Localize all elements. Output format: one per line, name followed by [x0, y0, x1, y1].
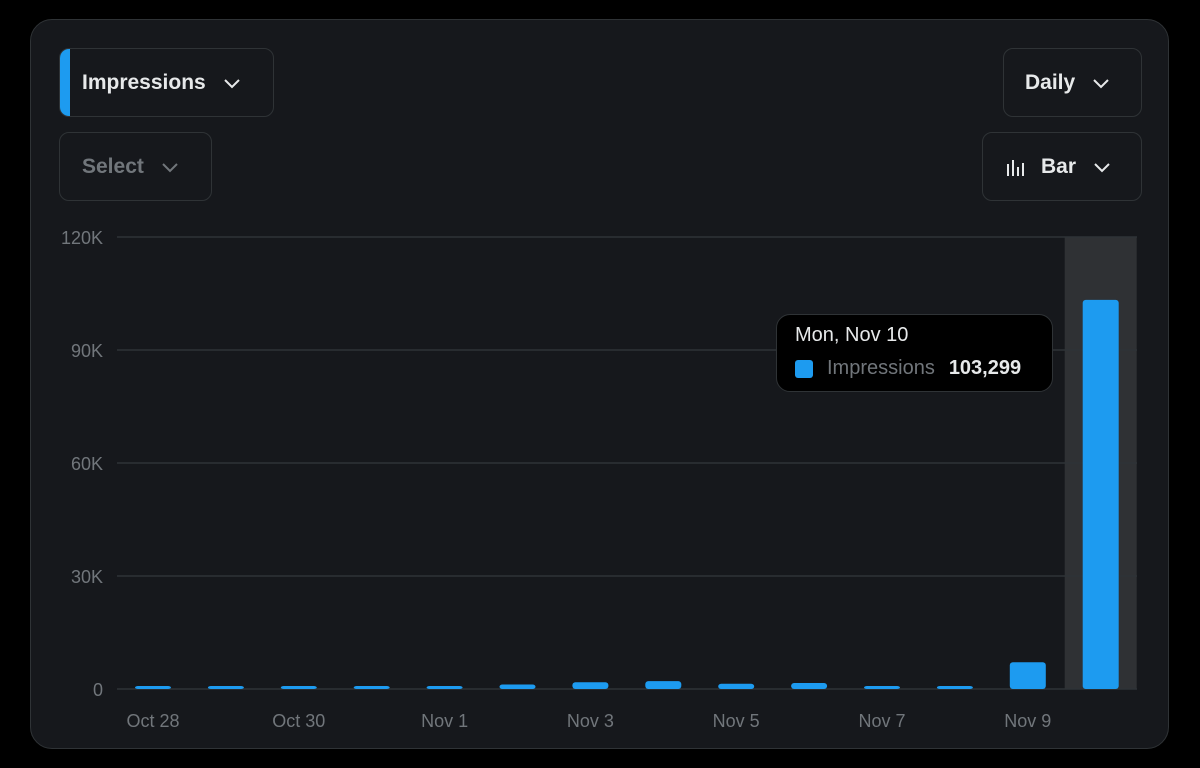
- chart-tooltip: Mon, Nov 10 Impressions 103,299: [776, 314, 1053, 392]
- bar: [135, 686, 171, 689]
- x-tick-label: Nov 1: [421, 711, 468, 731]
- tooltip-value: 103,299: [948, 357, 1022, 379]
- bar: [864, 686, 900, 689]
- bar: [791, 682, 828, 689]
- y-tick-label: 30K: [71, 567, 103, 587]
- bar: [426, 686, 463, 689]
- x-tick-label: Oct 28: [126, 711, 179, 731]
- bar: [572, 682, 609, 689]
- y-tick-label: 60K: [71, 454, 103, 474]
- bar: [1082, 299, 1119, 689]
- bar: [1009, 662, 1046, 689]
- tooltip-date: Mon, Nov 10: [795, 324, 909, 346]
- bar: [936, 686, 973, 689]
- bar: [499, 684, 536, 689]
- tooltip-series-name: Impressions: [827, 357, 935, 379]
- x-tick-label: Nov 9: [1004, 711, 1051, 731]
- y-tick-label: 120K: [61, 228, 103, 248]
- bar: [718, 683, 755, 689]
- y-tick-label: 0: [93, 680, 103, 700]
- x-tick-label: Nov 3: [567, 711, 614, 731]
- x-tick-label: Nov 7: [858, 711, 905, 731]
- bar: [645, 681, 682, 689]
- tooltip-series-swatch: [795, 359, 813, 378]
- x-tick-label: Nov 5: [713, 711, 760, 731]
- bar: [207, 686, 244, 689]
- x-tick-label: Oct 30: [272, 711, 325, 731]
- bar: [280, 686, 317, 689]
- y-tick-label: 90K: [71, 341, 103, 361]
- bar: [353, 686, 390, 689]
